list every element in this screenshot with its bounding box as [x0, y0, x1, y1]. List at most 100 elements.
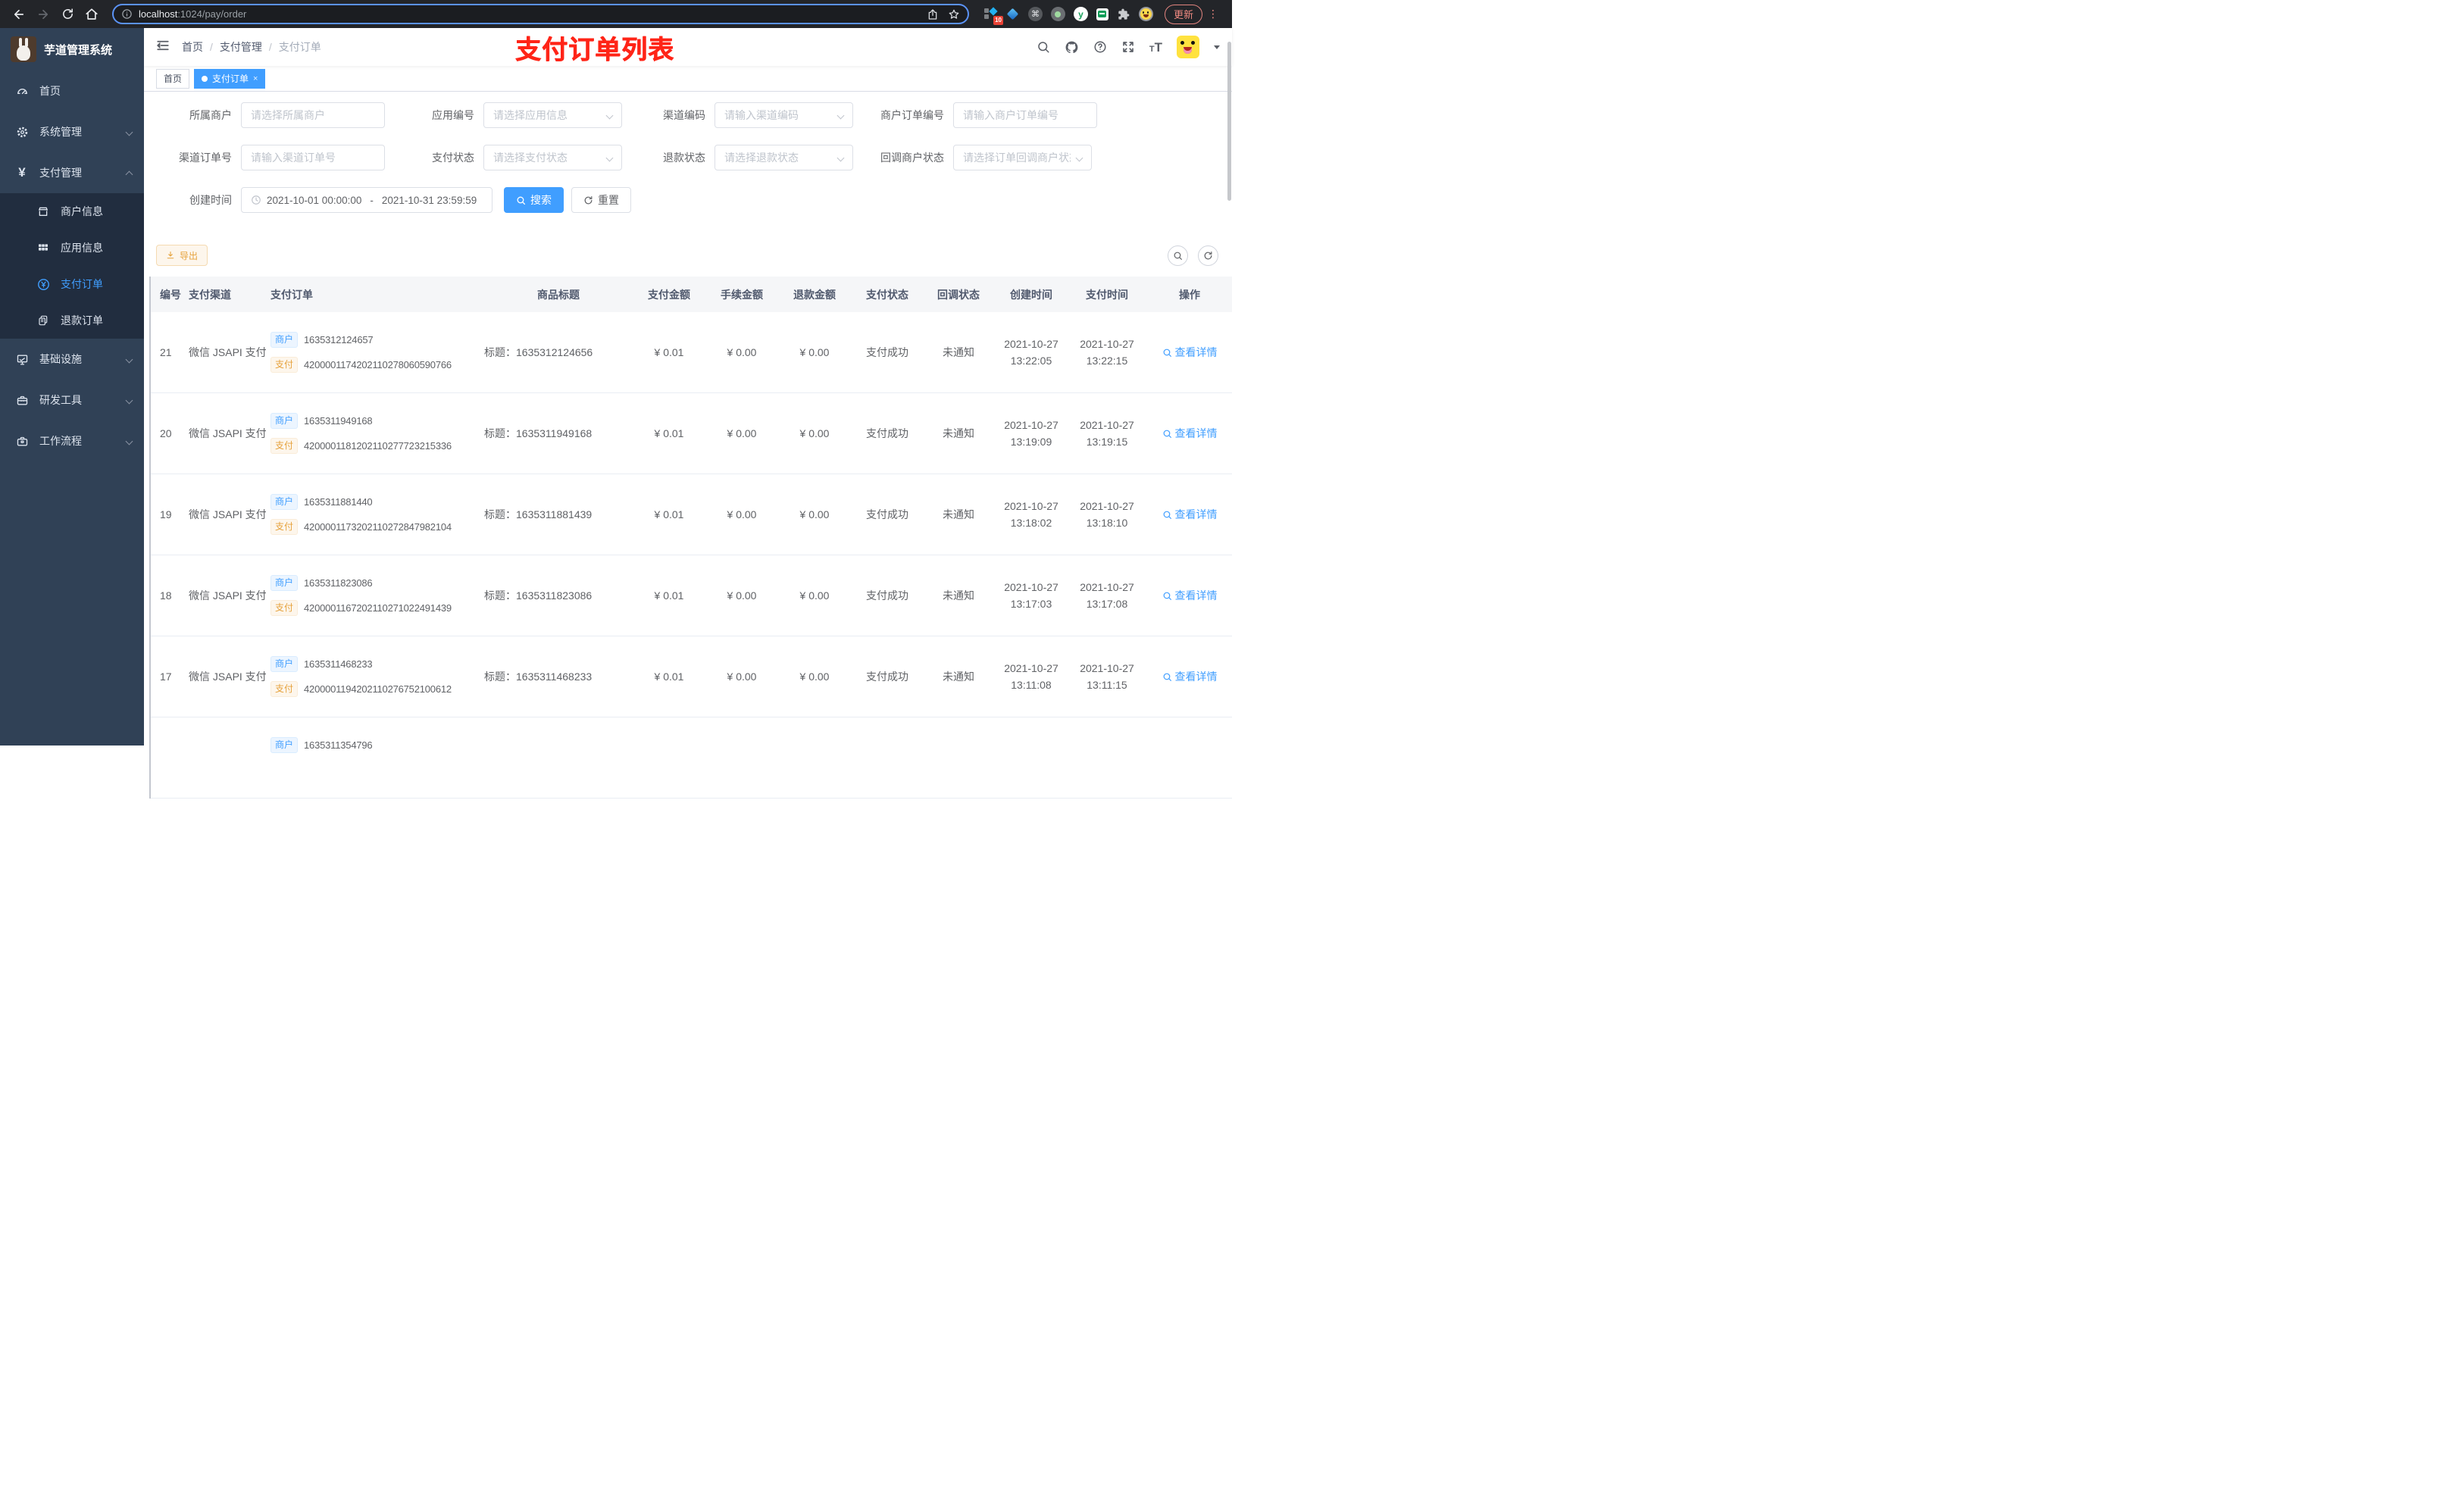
channel-code-filter-select[interactable]: 请输入渠道编码: [714, 102, 853, 128]
browser-menu-icon[interactable]: ⋮: [1208, 8, 1218, 20]
command-extension-icon[interactable]: ⌘: [1027, 7, 1043, 21]
kite-extension-icon[interactable]: [1006, 8, 1020, 21]
cell-pay-order: 商户 1635311468233 支付 42000011942021102767…: [270, 656, 484, 697]
y-extension-icon[interactable]: y: [1073, 7, 1088, 21]
merchant-order-filter-label: 商户订单编号: [880, 109, 944, 121]
home-icon: [86, 8, 98, 20]
merchant-filter-label: 所属商户: [189, 109, 232, 121]
merchant-tag: 商户: [270, 575, 299, 591]
recorder-extension-icon[interactable]: [1050, 7, 1065, 21]
callback-status-filter-label: 回调商户状态: [880, 152, 944, 164]
cell-title: 标题： 1635311823086: [484, 589, 593, 602]
sidebar-item-pay-order[interactable]: 支付订单: [0, 266, 144, 302]
devtools-extension-icon[interactable]: 10: [983, 6, 1003, 25]
header-action: 操作: [1179, 288, 1200, 301]
cell-pay-status: 支付成功: [866, 508, 908, 520]
view-detail-link[interactable]: 查看详情: [1162, 507, 1218, 522]
sidebar-item-workflow[interactable]: 工作流程: [0, 420, 144, 461]
profile-avatar-icon[interactable]: [1138, 7, 1153, 21]
refresh-table-button[interactable]: [1198, 245, 1218, 266]
browser-update-button[interactable]: 更新: [1164, 4, 1202, 24]
chat-extension-icon[interactable]: [1096, 8, 1108, 20]
search-icon: [1163, 673, 1171, 681]
cell-action: 查看详情: [1145, 507, 1234, 522]
cell-pay-amount: ¥ 0.01: [654, 427, 684, 439]
github-icon[interactable]: [1065, 40, 1079, 55]
search-button[interactable]: 搜索: [504, 187, 564, 213]
tag-close-icon[interactable]: ×: [253, 74, 258, 83]
address-bar[interactable]: localhost:1024/pay/order: [112, 4, 969, 24]
table-row: 19 微信 JSAPI 支付 商户 1635311881440 支付 42000…: [151, 474, 1232, 555]
browser-reload-button[interactable]: [58, 5, 77, 24]
search-icon: [1163, 430, 1171, 438]
annotation-overlay: 支付订单列表: [515, 36, 674, 64]
view-detail-link[interactable]: 查看详情: [1162, 426, 1218, 441]
sidebar-collapse-button[interactable]: [156, 39, 170, 55]
help-icon[interactable]: [1093, 40, 1107, 54]
sidebar-item-payment[interactable]: ¥ 支付管理: [0, 152, 144, 193]
sidebar-item-home[interactable]: 首页: [0, 70, 144, 111]
refund-status-filter-select[interactable]: 请选择退款状态: [714, 145, 853, 170]
header-search-icon[interactable]: [1037, 40, 1050, 54]
sidebar-item-infrastructure[interactable]: 基础设施: [0, 339, 144, 380]
gear-icon: [15, 126, 29, 139]
avatar-caret-icon[interactable]: [1214, 45, 1220, 49]
browser-home-button[interactable]: [82, 5, 102, 24]
merchant-filter-input[interactable]: [241, 102, 385, 128]
cell-pay-amount: ¥ 0.01: [654, 346, 684, 358]
sidebar-item-devtools[interactable]: 研发工具: [0, 380, 144, 420]
merchant-order-filter-input[interactable]: [953, 102, 1097, 128]
view-detail-link[interactable]: 查看详情: [1162, 588, 1218, 603]
extensions-puzzle-icon[interactable]: [1117, 8, 1130, 21]
window-scrollbar[interactable]: [1227, 42, 1231, 201]
fullscreen-icon[interactable]: [1121, 40, 1135, 54]
export-button[interactable]: 导出: [156, 245, 208, 266]
channel-order-filter-input[interactable]: [241, 145, 385, 170]
cell-pay-time: 2021-10-27 13:22:15: [1080, 338, 1134, 367]
reset-button[interactable]: 重置: [571, 187, 631, 213]
pay-status-filter-select[interactable]: 请选择支付状态: [483, 145, 622, 170]
merchant-order-no: 1635311881440: [304, 496, 373, 508]
cell-fee-amount: ¥ 0.00: [727, 427, 757, 439]
cell-create-time: 2021-10-27 13:19:09: [1004, 419, 1058, 448]
cell-pay-amount: ¥ 0.01: [654, 589, 684, 602]
cell-title: 标题： 1635311949168: [484, 427, 593, 439]
breadcrumb-payment[interactable]: 支付管理: [220, 39, 262, 55]
breadcrumb-home[interactable]: 首页: [182, 39, 203, 55]
user-avatar[interactable]: [1177, 36, 1199, 58]
clock-icon: [252, 195, 261, 205]
share-icon[interactable]: [927, 8, 939, 20]
tag-pay-order[interactable]: 支付订单 ×: [194, 68, 266, 89]
main-content: 首页 / 支付管理 / 支付订单 TT 首页 支付订单 × 所属商户 请选择所属…: [144, 28, 1232, 799]
cell-pay-amount: ¥ 0.01: [654, 508, 684, 520]
callback-status-filter-select[interactable]: 请选择订单回调商户状态: [953, 145, 1092, 170]
date-start-value: 2021-10-01 00:00:00: [267, 194, 362, 206]
toggle-search-button[interactable]: [1168, 245, 1188, 266]
sidebar-item-system[interactable]: 系统管理: [0, 111, 144, 152]
cell-channel: 微信 JSAPI 支付: [189, 508, 267, 520]
cell-id: 20: [160, 427, 172, 439]
create-time-range-picker[interactable]: 2021-10-01 00:00:00 - 2021-10-31 23:59:5…: [241, 187, 492, 213]
sidebar-item-refund-order[interactable]: 退款订单: [0, 302, 144, 339]
browser-forward-button[interactable]: [33, 5, 53, 24]
search-icon: [1163, 349, 1171, 357]
filter-form: 所属商户 应用编号 请选择应用信息 渠道编码 请输入渠道编码 商户订单编号 渠道…: [144, 92, 1232, 213]
tag-home[interactable]: 首页: [156, 68, 190, 89]
cell-notify-status: 未通知: [943, 589, 974, 602]
view-detail-link[interactable]: 查看详情: [1162, 669, 1218, 684]
app-logo[interactable]: 芋道管理系统: [0, 28, 144, 70]
header-refund-amount: 退款金额: [793, 288, 836, 301]
browser-back-button[interactable]: [9, 5, 29, 24]
app-filter-select[interactable]: 请选择应用信息: [483, 102, 622, 128]
cell-pay-time: 2021-10-27 13:11:15: [1080, 662, 1134, 691]
view-detail-link[interactable]: 查看详情: [1162, 345, 1218, 360]
pay-tag: 支付: [270, 681, 299, 697]
sidebar-item-app-info[interactable]: 应用信息: [0, 230, 144, 266]
site-info-icon[interactable]: [121, 8, 133, 20]
bookmark-star-icon[interactable]: [948, 8, 960, 20]
cell-create-time: 2021-10-27 13:22:05: [1004, 338, 1058, 367]
font-size-icon[interactable]: TT: [1149, 41, 1162, 54]
sidebar-item-merchant-info[interactable]: 商户信息: [0, 193, 144, 230]
channel-order-no: 4200001181202110277723215336: [304, 440, 452, 452]
sidebar-item-label: 首页: [39, 85, 61, 97]
